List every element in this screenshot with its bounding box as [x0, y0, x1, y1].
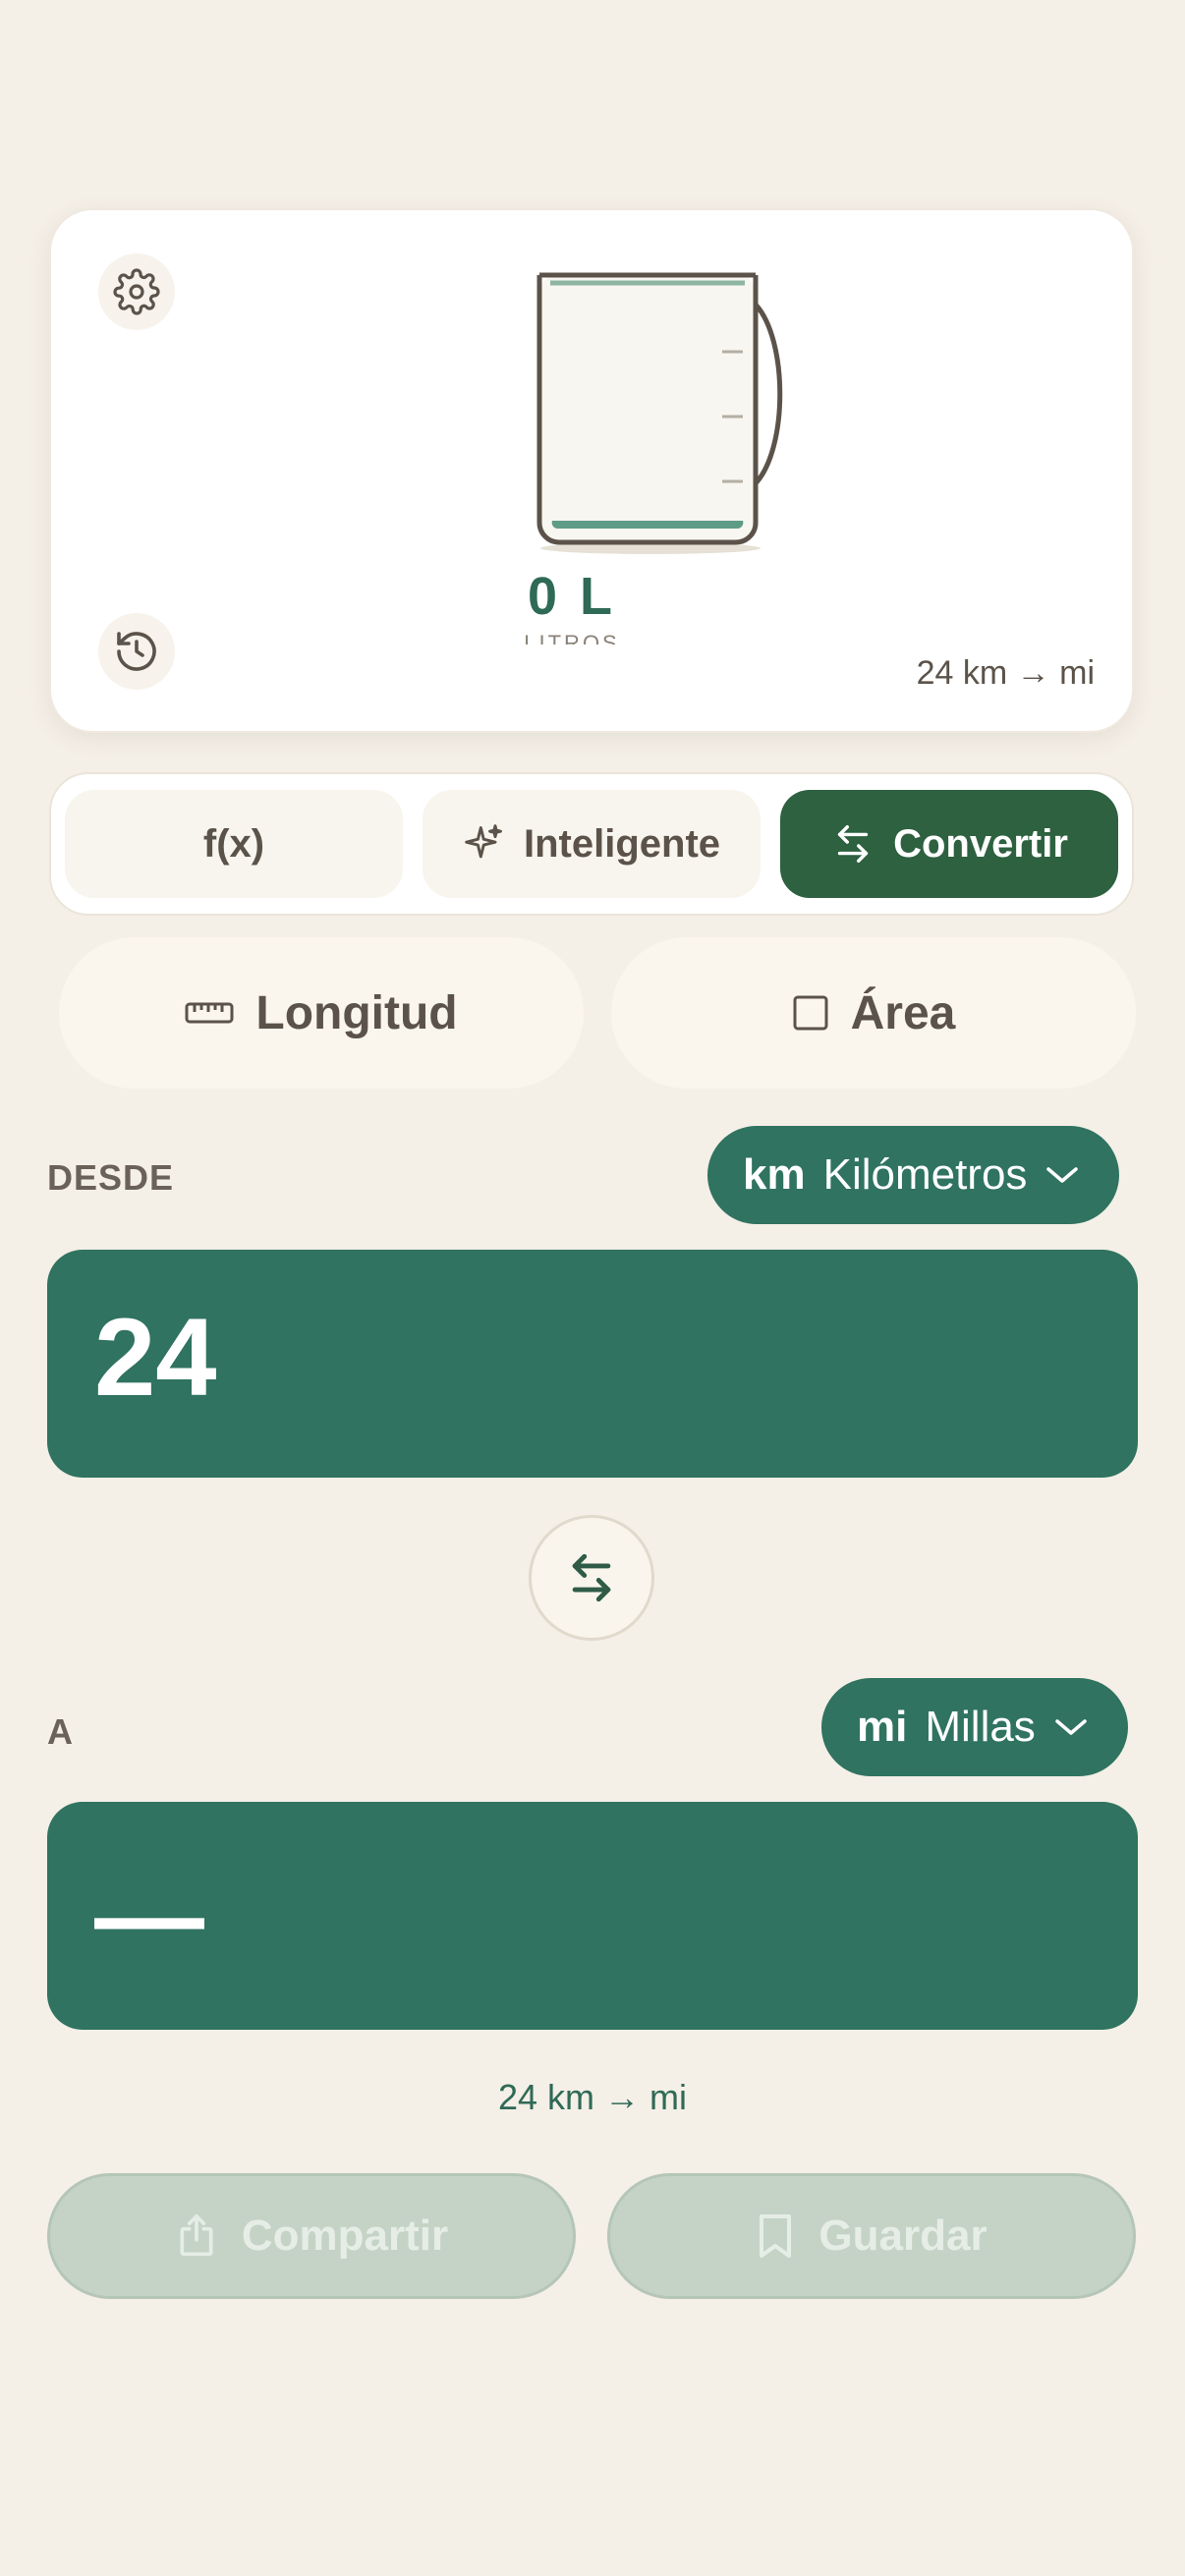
to-unit-abbr: mi: [857, 1703, 908, 1751]
from-value-input[interactable]: 24: [47, 1250, 1138, 1478]
category-area-button[interactable]: Área: [611, 937, 1136, 1089]
gear-icon: [113, 268, 160, 315]
measuring-jug-illustration: [536, 272, 783, 554]
save-label: Guardar: [818, 2212, 988, 2260]
preview-card: 0 L LITROS 24 km → mi: [49, 208, 1134, 733]
mode-convert-label: Convertir: [893, 821, 1068, 866]
mode-smart-button[interactable]: Inteligente: [423, 790, 761, 898]
from-unit-select[interactable]: km Kilómetros: [707, 1126, 1120, 1224]
category-area-label: Área: [850, 986, 956, 1039]
swap-arrows-icon: [572, 1553, 611, 1602]
mode-fx-button[interactable]: f(x): [65, 790, 403, 898]
square-icon: [793, 995, 828, 1031]
history-button[interactable]: [98, 613, 175, 690]
mode-fx-label: f(x): [202, 821, 265, 866]
mode-smart-label: Inteligente: [523, 821, 721, 866]
to-value-text: —: [94, 1854, 204, 1977]
share-label: Compartir: [241, 2212, 449, 2260]
preview-summary: 24 km → mi: [916, 654, 1095, 692]
category-length-button[interactable]: Longitud: [59, 937, 584, 1089]
sparkle-icon: [465, 824, 502, 859]
to-label: A: [47, 1711, 74, 1752]
mode-convert-button[interactable]: Convertir: [780, 790, 1118, 898]
from-unit-name: Kilómetros: [822, 1150, 1028, 1199]
ruler-icon: [185, 1002, 234, 1024]
swap-arrows-icon: [837, 825, 869, 863]
category-length-label: Longitud: [255, 986, 458, 1039]
from-unit-abbr: km: [743, 1150, 806, 1199]
from-label: DESDE: [47, 1157, 175, 1198]
save-button[interactable]: Guardar: [607, 2173, 1136, 2299]
bookmark-icon: [760, 2214, 792, 2258]
swap-units-button[interactable]: [529, 1515, 654, 1641]
to-unit-select[interactable]: mi Millas: [821, 1678, 1128, 1776]
conversion-summary: 24 km → mi: [497, 2077, 688, 2117]
history-icon: [117, 632, 156, 671]
chevron-down-icon: [1046, 1167, 1079, 1183]
chevron-down-icon: [1055, 1719, 1087, 1735]
mode-selector: f(x) Inteligente Convertir: [49, 772, 1134, 916]
from-value-text: 24: [94, 1296, 217, 1419]
settings-button[interactable]: [98, 253, 175, 330]
to-value-output: —: [47, 1802, 1138, 2030]
share-button[interactable]: Compartir: [47, 2173, 576, 2299]
to-unit-name: Millas: [925, 1703, 1036, 1751]
volume-value: 0 L: [527, 567, 617, 626]
volume-unit-label: LITROS: [524, 631, 620, 644]
share-icon: [180, 2213, 213, 2257]
